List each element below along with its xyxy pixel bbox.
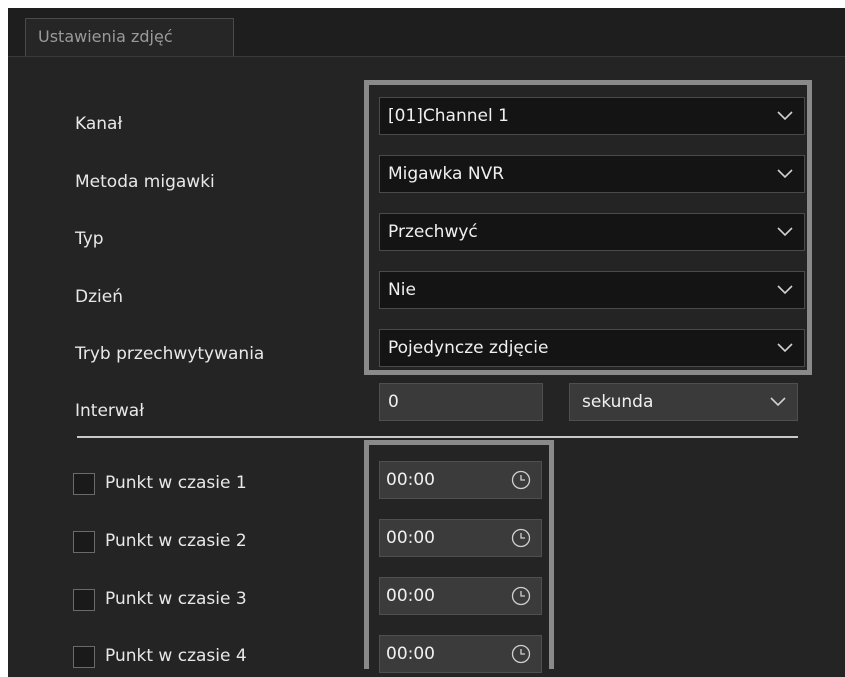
time-point-checkbox-4[interactable] (73, 646, 95, 668)
chevron-down-icon (776, 282, 794, 296)
channel-select-value: [01]Channel 1 (388, 106, 509, 126)
day-select[interactable]: Nie (379, 271, 805, 309)
tab-snapshot-settings[interactable]: Ustawienia zdjęć (25, 18, 234, 56)
clock-icon[interactable] (511, 528, 531, 548)
clock-icon[interactable] (511, 586, 531, 606)
clock-icon[interactable] (511, 470, 531, 490)
method-select[interactable]: Migawka NVR (379, 155, 805, 193)
day-label: Dzień (75, 287, 123, 307)
day-select-value: Nie (388, 280, 416, 300)
channel-label: Kanał (75, 114, 123, 134)
chevron-down-icon (776, 340, 794, 354)
time-point-value-1: 00:00 (386, 470, 435, 490)
interval-unit-select[interactable]: sekunda (569, 383, 798, 421)
time-point-input-2[interactable]: 00:00 (379, 519, 542, 557)
capture-mode-label: Tryb przechwytywania (75, 344, 265, 364)
interval-input[interactable]: 0 (379, 383, 543, 421)
section-divider (77, 436, 798, 438)
interval-unit-value: sekunda (582, 392, 654, 412)
clock-icon[interactable] (511, 644, 531, 664)
time-point-label-3: Punkt w czasie 3 (105, 589, 247, 609)
chevron-down-icon (776, 224, 794, 238)
time-point-value-2: 00:00 (386, 528, 435, 548)
time-point-checkbox-1[interactable] (73, 473, 95, 495)
time-point-input-4[interactable]: 00:00 (379, 635, 542, 673)
chevron-down-icon (776, 108, 794, 122)
channel-select[interactable]: [01]Channel 1 (379, 97, 805, 135)
capture-mode-select-value: Pojedyncze zdjęcie (388, 338, 549, 358)
time-point-value-4: 00:00 (386, 644, 435, 664)
time-point-label-1: Punkt w czasie 1 (105, 473, 247, 493)
time-point-input-1[interactable]: 00:00 (379, 461, 542, 499)
time-point-value-3: 00:00 (386, 586, 435, 606)
chevron-down-icon (769, 394, 787, 408)
time-point-label-2: Punkt w czasie 2 (105, 531, 247, 551)
method-select-value: Migawka NVR (388, 164, 505, 184)
interval-label: Interwał (75, 401, 145, 421)
time-point-checkbox-2[interactable] (73, 531, 95, 553)
chevron-down-icon (776, 166, 794, 180)
type-label: Typ (75, 229, 104, 249)
time-point-label-4: Punkt w czasie 4 (105, 646, 247, 666)
type-select[interactable]: Przechwyć (379, 213, 805, 251)
type-select-value: Przechwyć (388, 222, 478, 242)
tab-bar: Ustawienia zdjęć (8, 8, 845, 57)
method-label: Metoda migawki (75, 172, 215, 192)
time-point-checkbox-3[interactable] (73, 589, 95, 611)
time-point-input-3[interactable]: 00:00 (379, 577, 542, 615)
capture-mode-select[interactable]: Pojedyncze zdjęcie (379, 329, 805, 367)
